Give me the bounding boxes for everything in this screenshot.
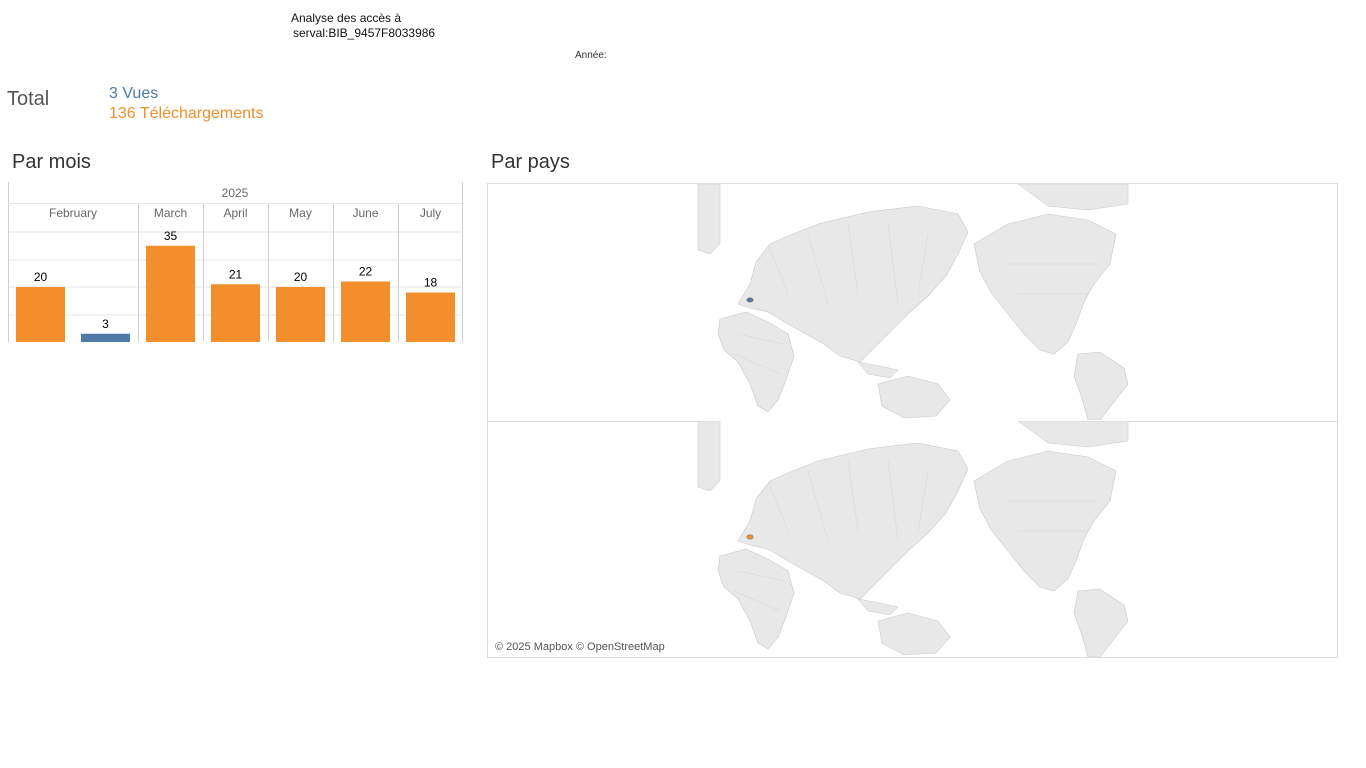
bar-label-downloads: 20 xyxy=(294,270,308,284)
views-highlight-switzerland xyxy=(746,297,754,303)
monthly-bar-chart-svg: 2025 February March April May June July 20 3 35 21… xyxy=(8,182,464,342)
bar-label-views: 3 xyxy=(102,317,109,331)
downloads-land-west-edge xyxy=(697,421,721,492)
month-label: February xyxy=(49,206,97,220)
year-label: 2025 xyxy=(222,186,249,200)
title-line-2: serval:BIB_9457F8033986 xyxy=(293,26,436,40)
section-title-by-month: Par mois xyxy=(12,151,91,173)
bar-label-downloads: 22 xyxy=(359,265,373,279)
views-land-west-edge xyxy=(697,184,721,255)
month-label: June xyxy=(352,206,378,220)
world-map-downloads xyxy=(697,421,1129,657)
year-filter-label[interactable]: Année: xyxy=(575,50,607,61)
world-map-views xyxy=(697,184,1129,421)
bar-downloads xyxy=(406,292,455,342)
month-label: April xyxy=(223,206,247,220)
map-panel-downloads[interactable] xyxy=(488,421,1337,657)
total-downloads: 136 Téléchargements xyxy=(109,105,264,122)
map-attribution[interactable]: © 2025 Mapbox © OpenStreetMap xyxy=(495,641,665,653)
total-views: 3 Vues xyxy=(109,85,159,102)
bar-downloads xyxy=(276,287,325,342)
page-title: Analyse des accès à serval:BIB_9457F8033… xyxy=(291,11,435,41)
monthly-bar-chart: 2025 February March April May June July 20 3 35 21… xyxy=(8,182,464,344)
bar-label-downloads: 18 xyxy=(424,276,438,290)
bar-downloads xyxy=(211,284,260,342)
bar-label-downloads: 35 xyxy=(164,229,178,243)
downloads-highlight-switzerland xyxy=(746,534,754,540)
total-label: Total xyxy=(7,88,50,110)
month-label: July xyxy=(420,206,441,220)
bar-views xyxy=(81,333,130,342)
country-map[interactable]: © 2025 Mapbox © OpenStreetMap xyxy=(487,183,1338,658)
bar-downloads xyxy=(16,287,65,342)
section-title-by-country: Par pays xyxy=(491,151,570,173)
bar-downloads xyxy=(341,281,390,342)
month-label: March xyxy=(154,206,187,220)
bar-downloads xyxy=(146,245,195,342)
title-line-1: Analyse des accès à xyxy=(291,11,402,25)
map-panel-views[interactable] xyxy=(488,184,1337,422)
bar-label-downloads: 20 xyxy=(34,270,48,284)
bar-label-downloads: 21 xyxy=(229,267,243,281)
month-label: May xyxy=(289,206,312,220)
